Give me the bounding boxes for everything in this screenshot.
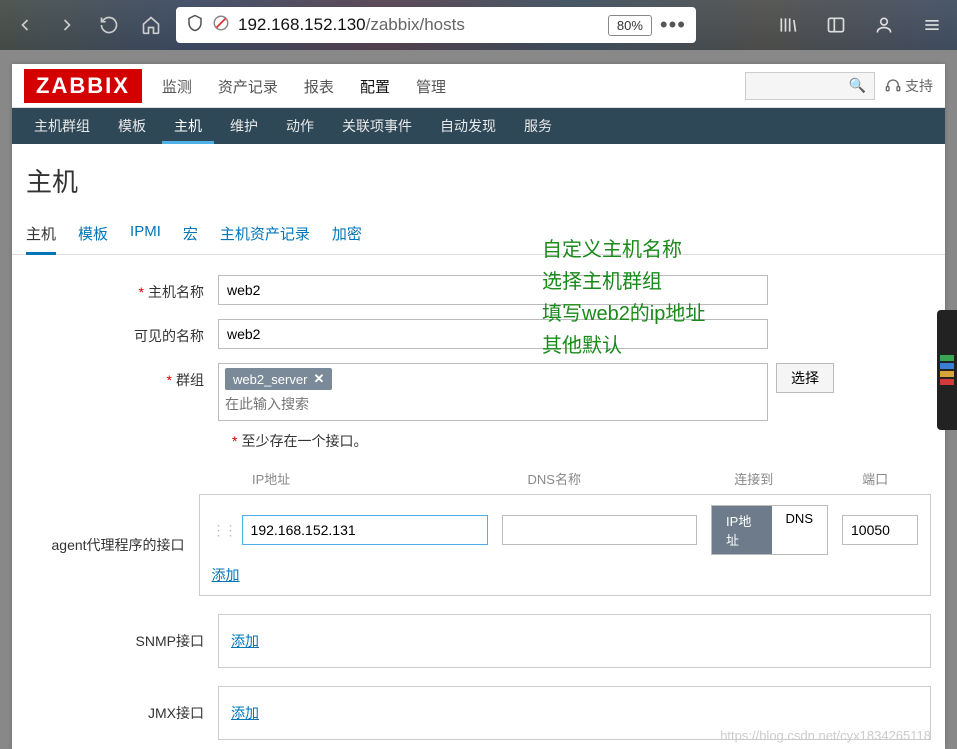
blocked-icon [212, 14, 230, 37]
subnav-自动发现[interactable]: 自动发现 [428, 108, 508, 144]
visible-name-label: 可见的名称 [26, 319, 218, 346]
group-label: *群组 [26, 363, 218, 390]
group-multiselect[interactable]: web2_server✕ [218, 363, 768, 421]
agent-interface-label: agent代理程序的接口 [26, 535, 199, 555]
dns-name-input[interactable] [502, 515, 697, 545]
tab-IPMI[interactable]: IPMI [130, 215, 161, 254]
interface-hint: *至少存在一个接口。 [26, 431, 931, 451]
sidebar-icon[interactable] [819, 8, 853, 42]
zoom-badge[interactable]: 80% [608, 15, 652, 36]
subnav-动作[interactable]: 动作 [274, 108, 326, 144]
snmp-interface-box: 添加 [218, 614, 931, 668]
zabbix-logo: ZABBIX [24, 69, 142, 103]
library-icon[interactable] [771, 8, 805, 42]
tab-模板[interactable]: 模板 [78, 215, 108, 254]
subnav-主机群组[interactable]: 主机群组 [22, 108, 102, 144]
tab-主机资产记录[interactable]: 主机资产记录 [220, 215, 310, 254]
watermark: https://blog.csdn.net/cyx1834265118 [720, 728, 931, 743]
add-agent-interface-link[interactable]: 添加 [212, 565, 240, 585]
account-icon[interactable] [867, 8, 901, 42]
port-input[interactable] [842, 515, 918, 545]
side-indicator [937, 310, 957, 430]
visible-name-input[interactable] [218, 319, 768, 349]
top-menu-报表[interactable]: 报表 [302, 66, 336, 105]
top-menu-资产记录[interactable]: 资产记录 [216, 66, 280, 105]
connect-dns-button[interactable]: DNS [772, 506, 827, 554]
shield-icon [186, 14, 204, 37]
form-tabs: 主机模板 IPMI 宏主机资产记录加密 [12, 215, 945, 255]
group-tag: web2_server✕ [225, 368, 332, 390]
zabbix-page: ZABBIX 监测资产记录报表配置管理 🔍 支持 主机群组模板主机维护动作关联项… [12, 64, 945, 749]
zabbix-header: ZABBIX 监测资产记录报表配置管理 🔍 支持 [12, 64, 945, 108]
top-menu-配置[interactable]: 配置 [358, 66, 392, 105]
subnav-维护[interactable]: 维护 [218, 108, 270, 144]
forward-button[interactable] [50, 8, 84, 42]
page-actions-icon[interactable]: ••• [660, 12, 686, 38]
select-button[interactable]: 选择 [776, 363, 834, 393]
subnav-服务[interactable]: 服务 [512, 108, 564, 144]
host-name-input[interactable] [218, 275, 768, 305]
home-button[interactable] [134, 8, 168, 42]
host-form: *主机名称 可见的名称 *群组 web2_server✕ 选择 *至少存在一个接… [12, 255, 945, 749]
subnav-主机[interactable]: 主机 [162, 108, 214, 144]
host-name-label: *主机名称 [26, 275, 218, 302]
back-button[interactable] [8, 8, 42, 42]
jmx-interface-label: JMX接口 [26, 703, 218, 723]
connect-ip-button[interactable]: IP地址 [712, 506, 772, 554]
reload-button[interactable] [92, 8, 126, 42]
top-menu: 监测资产记录报表配置管理 [160, 66, 448, 105]
search-icon: 🔍 [849, 77, 866, 94]
ip-address-input[interactable] [242, 515, 489, 545]
support-link[interactable]: 支持 [885, 76, 933, 96]
group-search-input[interactable] [225, 396, 761, 412]
top-menu-监测[interactable]: 监测 [160, 66, 194, 105]
subnav-模板[interactable]: 模板 [106, 108, 158, 144]
add-snmp-interface-link[interactable]: 添加 [231, 631, 259, 651]
tab-主机[interactable]: 主机 [26, 215, 56, 255]
tab-宏[interactable]: 宏 [183, 215, 198, 254]
tab-加密[interactable]: 加密 [332, 215, 362, 254]
address-bar[interactable]: 192.168.152.130/zabbix/hosts 80% ••• [176, 7, 696, 43]
agent-interface-box: ⋮⋮ IP地址 DNS 添加 [199, 494, 931, 596]
sub-nav: 主机群组模板主机维护动作关联项事件自动发现服务 [12, 108, 945, 144]
browser-toolbar: 192.168.152.130/zabbix/hosts 80% ••• [0, 0, 957, 50]
connect-to-toggle: IP地址 DNS [711, 505, 828, 555]
search-input[interactable]: 🔍 [745, 72, 875, 100]
url-text: 192.168.152.130/zabbix/hosts [238, 15, 600, 35]
remove-tag-icon[interactable]: ✕ [313, 371, 324, 387]
menu-icon[interactable] [915, 8, 949, 42]
snmp-interface-label: SNMP接口 [26, 631, 218, 651]
top-menu-管理[interactable]: 管理 [414, 66, 448, 105]
add-jmx-interface-link[interactable]: 添加 [231, 703, 259, 723]
interface-columns: IP地址 DNS名称 连接到 端口 [26, 469, 931, 488]
page-title: 主机 [12, 144, 945, 215]
drag-handle-icon[interactable]: ⋮⋮ [212, 522, 242, 539]
